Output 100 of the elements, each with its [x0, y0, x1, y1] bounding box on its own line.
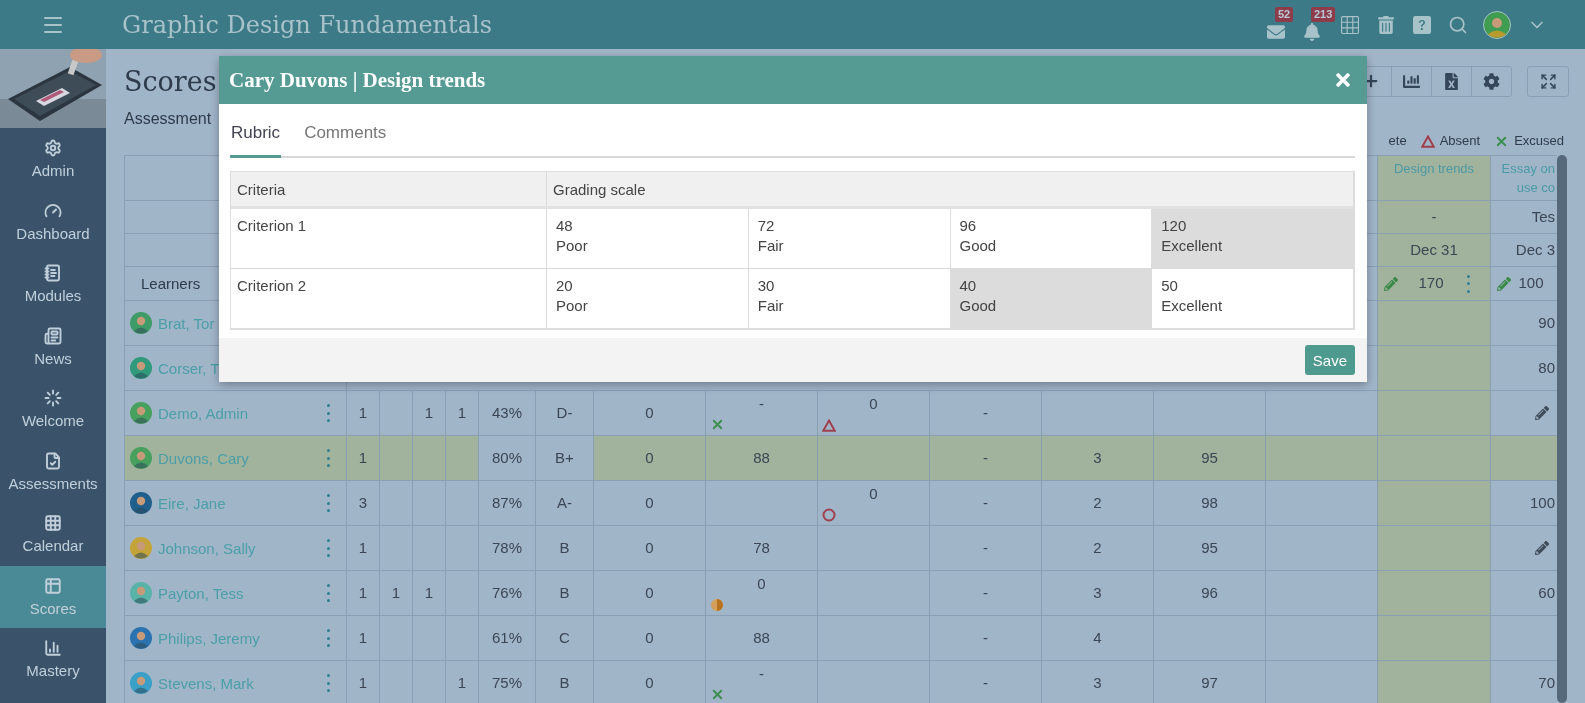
table-cell-text: -: [759, 665, 764, 682]
newspaper-icon: [44, 326, 62, 345]
bar-chart-icon: [1403, 72, 1420, 90]
bell-icon: [1303, 22, 1321, 41]
table-cell: 98: [1154, 481, 1266, 526]
notebook-icon: [44, 264, 62, 283]
table-cell: -: [930, 616, 1042, 661]
table-cell: 4: [1042, 616, 1154, 661]
table-cell-text: 0: [757, 575, 766, 592]
table-cell: 1: [347, 526, 380, 571]
assessment-type: Tes: [1531, 206, 1555, 227]
table-cell: [413, 481, 446, 526]
column-header: Grading scale: [547, 172, 1354, 209]
table-cell: -: [930, 481, 1042, 526]
table-cell: 61%: [479, 616, 536, 661]
close-button[interactable]: [1333, 70, 1353, 90]
sidebar-item[interactable]: Welcome: [0, 378, 106, 441]
sidebar-item[interactable]: Assessments: [0, 440, 106, 503]
user-avatar[interactable]: [1483, 10, 1511, 39]
expand-button[interactable]: [1527, 65, 1569, 97]
table-cell: 1: [347, 571, 380, 616]
page-title: Scores: [124, 65, 217, 97]
table-cell: 87%: [479, 481, 536, 526]
table-cell: 88: [706, 436, 818, 481]
table-cell: 1: [380, 571, 413, 616]
search-icon: [1447, 14, 1468, 35]
sidebar-item[interactable]: Calendar: [0, 503, 106, 566]
table-cell-text: -: [759, 395, 764, 412]
table-cell: 78: [706, 526, 818, 571]
table-cell: 1: [413, 571, 446, 616]
sidebar-item[interactable]: News: [0, 315, 106, 378]
grading-level[interactable]: 96 Good: [950, 209, 1153, 269]
table-cell: 3: [347, 481, 380, 526]
table-cell: -: [930, 661, 1042, 703]
table-cell: 88: [706, 616, 818, 661]
table-cell: 1: [347, 436, 380, 481]
gauge-icon: [44, 201, 62, 220]
table-cell: [446, 481, 479, 526]
table-cell: 0: [594, 661, 706, 703]
envelope-icon: [1267, 22, 1285, 41]
grading-level[interactable]: 72 Fair: [748, 209, 951, 269]
grading-level[interactable]: 40 Good: [950, 269, 1153, 329]
loader-icon: [44, 389, 62, 408]
legend-label: Excused: [1514, 132, 1564, 150]
grading-level[interactable]: 50 Excellent: [1152, 269, 1354, 329]
pencil-icon[interactable]: [1535, 406, 1549, 420]
table-cell: [380, 436, 413, 481]
trash-icon: [1376, 15, 1395, 34]
scrollbar[interactable]: [1557, 155, 1567, 703]
spreadsheet-icon: [1443, 72, 1460, 90]
assessment-type: -: [1431, 206, 1437, 227]
sidebar-item[interactable]: Admin: [0, 128, 106, 191]
learners-label: Learners: [141, 275, 201, 292]
table-cell: [1491, 436, 1557, 481]
pencil-icon[interactable]: [1535, 541, 1549, 555]
grading-level[interactable]: 20 Poor: [547, 269, 749, 329]
pencil-icon[interactable]: [1497, 276, 1511, 291]
mail-button[interactable]: 52: [1267, 6, 1303, 47]
save-button[interactable]: Save: [1304, 345, 1355, 375]
dialog-title: Cary Duvons | Design trends: [229, 67, 486, 93]
tab[interactable]: Comments: [303, 123, 388, 158]
table-cell-text: 0: [869, 485, 878, 502]
table-cell: -: [930, 436, 1042, 481]
table-cell: 3: [1042, 661, 1154, 703]
bell-button[interactable]: 213: [1303, 6, 1339, 47]
grading-level[interactable]: 48 Poor: [547, 209, 749, 269]
count-badge: 213: [1311, 6, 1336, 22]
legend-label: Absent: [1439, 132, 1481, 150]
grading-level[interactable]: 30 Fair: [748, 269, 951, 329]
table-cell: 76%: [479, 571, 536, 616]
expand-icon: [1539, 72, 1557, 90]
table-cell: [446, 436, 479, 481]
tab[interactable]: Rubric: [230, 123, 282, 158]
table-cell: 3: [1042, 571, 1154, 616]
table-cell: 2: [1042, 526, 1154, 571]
max-points: 100: [1518, 273, 1544, 294]
due-date: Dec 31: [1410, 239, 1458, 260]
sidebar-item[interactable]: Modules: [0, 253, 106, 316]
sidebar-item[interactable]: Dashboard: [0, 190, 106, 253]
table-cell: 0: [594, 571, 706, 616]
grid-icon: [1340, 15, 1359, 34]
bar-chart-icon: [44, 639, 62, 658]
table-cell: 95: [1154, 526, 1266, 571]
column-header: Criteria: [231, 172, 547, 209]
table-cell: 1: [347, 616, 380, 661]
pencil-icon[interactable]: [1384, 276, 1398, 291]
table-cell: 43%: [479, 391, 536, 436]
grid-icon: [44, 514, 62, 533]
sidebar-item[interactable]: Mastery: [0, 628, 106, 691]
table-cell: [380, 481, 413, 526]
table-cell: B: [536, 661, 594, 703]
table-cell: 80%: [479, 436, 536, 481]
table-cell: 0: [594, 436, 706, 481]
legend-label: ete: [1388, 132, 1407, 150]
table-cell: 0: [594, 526, 706, 571]
due-date: Dec 3: [1515, 239, 1555, 260]
file-check-icon: [44, 451, 62, 470]
table-cell: -: [930, 571, 1042, 616]
table-cell: D-: [536, 391, 594, 436]
grading-level[interactable]: 120 Excellent: [1152, 209, 1354, 269]
